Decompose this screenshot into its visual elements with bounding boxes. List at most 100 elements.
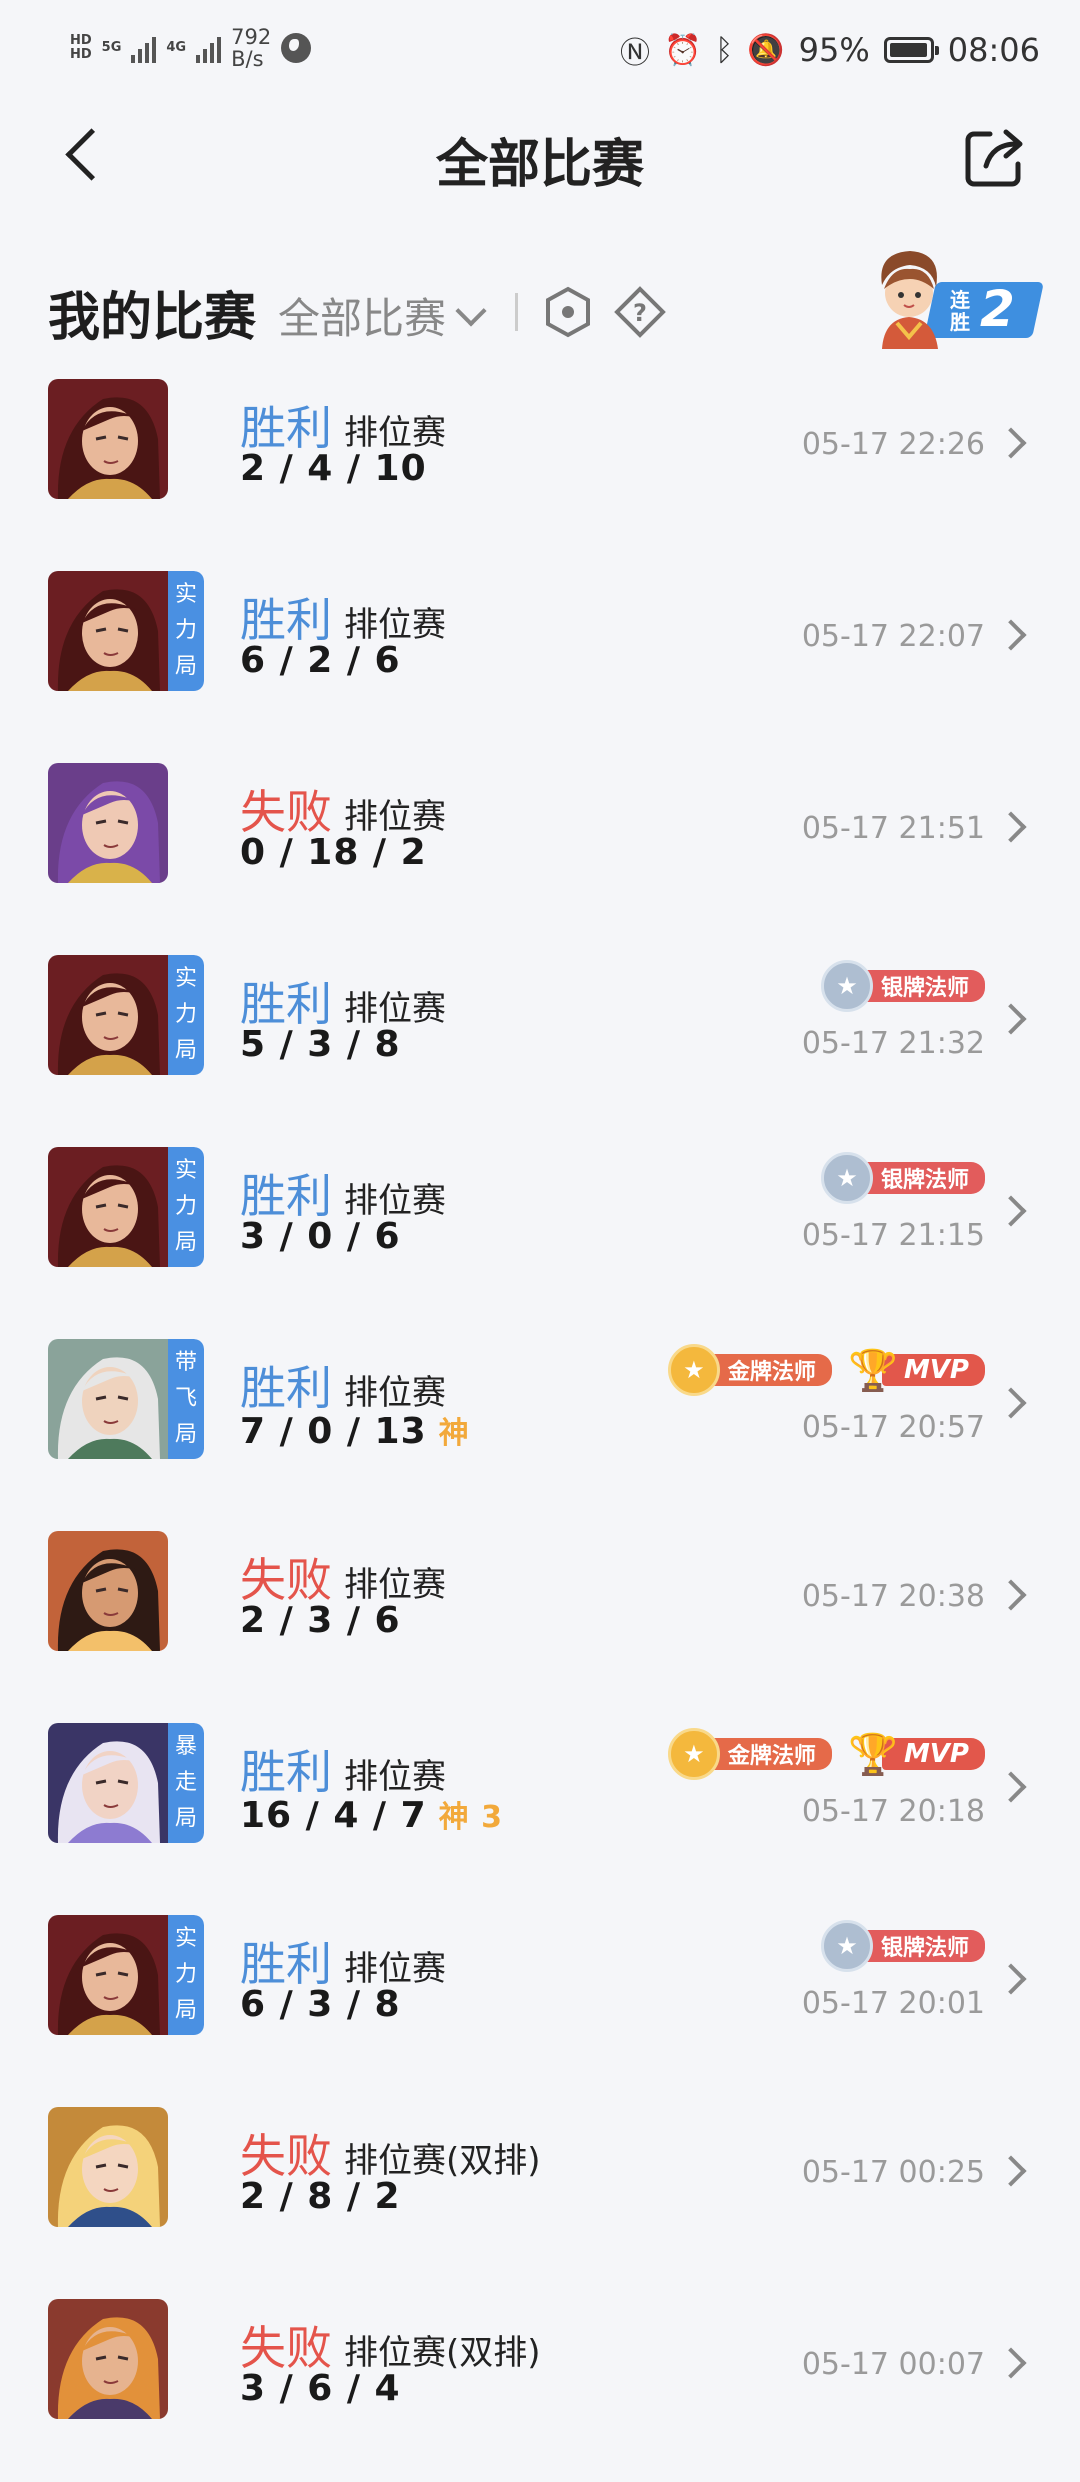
hero-avatar: 实力局 [48,1147,204,1267]
match-row[interactable]: 失败 排位赛(双排) 3 / 6 / 4 05-17 00:07 [0,2290,1080,2482]
badge-label: 银牌法师 [858,1930,985,1962]
silver-badge: ★ 银牌法师 [820,1152,985,1204]
kda-line: 5 / 3 / 8 [240,1024,401,1065]
kda: 6 / 2 / 6 [240,640,401,681]
match-mode: 排位赛 [344,1565,446,1605]
match-tag-char: 走 [174,1770,197,1795]
nfc-icon: Ⓝ [619,36,650,71]
match-row[interactable]: 实力局胜利 排位赛 6 / 3 / 8 ★ 银牌法师 05-17 20:01 [0,1906,1080,2098]
match-tag: 实力局 [168,571,204,691]
gold-badge: ★ 金牌法师 [667,1728,832,1780]
match-time: 05-17 21:51 [801,811,985,846]
match-time: 05-17 00:07 [801,2347,985,2382]
kda: 3 / 0 / 6 [240,1216,401,1257]
kda-line: 2 / 8 / 2 [240,2176,401,2217]
net-speed-unit: B/s [231,47,264,71]
mvp-badge: 🏆 MVP [848,1347,985,1394]
sim-labels: HD HD [70,34,92,62]
match-mode: 排位赛 [344,1757,446,1797]
medal-icon: ★ [820,960,873,1012]
kda: 2 / 8 / 2 [240,2176,401,2217]
clock: 08:06 [947,31,1040,69]
match-row[interactable]: 带飞局胜利 排位赛 7 / 0 / 13 神 ★ 金牌法师 🏆 MVP 05-17 20:57 [0,1330,1080,1522]
streak-count: 2 [980,280,1015,338]
help-button[interactable]: ? [613,285,667,339]
mvp-badge: 🏆 MVP [848,1731,985,1778]
svg-text:?: ? [633,299,647,327]
globe-icon [281,33,312,63]
hexagon-icon [546,286,590,338]
match-row[interactable]: 失败 排位赛 0 / 18 / 2 05-17 21:51 [0,754,1080,946]
match-row[interactable]: 失败 排位赛 2 / 3 / 6 05-17 20:38 [0,1522,1080,1714]
chevron-right-icon [995,1963,1027,1995]
trophy-icon: 🏆 [848,1731,898,1778]
share-button[interactable] [960,122,1030,192]
match-mode: 排位赛 [344,797,446,837]
match-row[interactable]: 失败 排位赛(双排) 2 / 8 / 2 05-17 00:25 [0,2098,1080,2290]
match-row[interactable]: 实力局胜利 排位赛 5 / 3 / 8 ★ 银牌法师 05-17 21:32 [0,946,1080,1138]
chevron-right-icon [995,1195,1027,1227]
match-tag-char: 力 [174,1002,197,1027]
match-mode: 排位赛 [344,413,446,453]
hero-avatar [48,1531,168,1651]
match-time: 05-17 20:57 [801,1410,985,1445]
match-tag-char: 局 [174,654,197,679]
app-header: 全部比赛 [0,100,1080,210]
kda-line: 7 / 0 / 13 神 [240,1408,470,1452]
match-tag-char: 局 [174,1998,197,2023]
match-mode: 排位赛 [344,605,446,645]
hero-avatar: 暴走局 [48,1723,204,1843]
match-tag-char: 局 [174,1806,197,1831]
chevron-right-icon [995,1579,1027,1611]
match-mode: 排位赛(双排) [344,2141,541,2181]
hero-avatar: 实力局 [48,1915,204,2035]
sim2-label: HD [70,47,92,62]
match-row[interactable]: 胜利 排位赛 2 / 4 / 10 05-17 22:26 [0,370,1080,562]
match-row[interactable]: 实力局胜利 排位赛 3 / 0 / 6 ★ 银牌法师 05-17 21:15 [0,1138,1080,1330]
signal1-icon [131,33,157,63]
chevron-right-icon [995,2347,1027,2379]
match-mode: 排位赛 [344,1949,446,1989]
chevron-right-icon [995,619,1027,651]
match-scope-dropdown[interactable]: 全部比赛 [278,285,487,346]
match-scope-label: 全部比赛 [278,294,447,343]
match-tag: 实力局 [168,1915,204,2035]
match-time: 05-17 21:32 [801,1026,985,1061]
trophy-icon: 🏆 [848,1347,898,1394]
match-tag-char: 实 [174,582,197,607]
section-title: 我的比赛 [48,288,257,348]
match-time: 05-17 20:18 [801,1794,985,1829]
kda: 7 / 0 / 13 [240,1411,427,1452]
win-streak-badge: 连胜 2 [862,245,1044,350]
match-mode: 排位赛 [344,1373,446,1413]
hexagon-settings-button[interactable] [543,285,593,339]
match-tag: 实力局 [168,955,204,1075]
chevron-right-icon [995,811,1027,843]
bluetooth-icon: ᛒ [715,32,734,68]
battery-percent: 95% [798,31,870,69]
kda-line: 3 / 0 / 6 [240,1216,401,1257]
match-tag-char: 飞 [174,1386,197,1411]
net-speed: 792 B/s [231,26,271,70]
alarm-icon: ⏰ [663,32,702,68]
match-row[interactable]: 暴走局胜利 排位赛 16 / 4 / 7神 3 ★ 金牌法师 🏆 MVP 05-17 20:1… [0,1714,1080,1906]
streak-label: 连胜 [950,288,970,334]
match-tag-char: 力 [174,1194,197,1219]
status-bar: HD HD 5G 4G 792 B/s Ⓝ ⏰ ᛒ 🔕 95% 08:06 [0,0,1080,100]
share-icon [965,129,1023,187]
medal-icon: ★ [667,1728,720,1780]
kda: 3 / 6 / 4 [240,2368,401,2409]
match-mode: 排位赛 [344,989,446,1029]
badge-label: 金牌法师 [705,1354,832,1386]
chevron-right-icon [995,427,1027,459]
network2-label: 4G [166,40,187,55]
kda: 0 / 18 / 2 [240,832,427,873]
match-tag-char: 实 [174,1158,197,1183]
match-row[interactable]: 实力局胜利 排位赛 6 / 2 / 6 05-17 22:07 [0,562,1080,754]
status-right: Ⓝ ⏰ ᛒ 🔕 95% 08:06 [620,28,1040,72]
kda-line: 3 / 6 / 4 [240,2368,401,2409]
match-time: 05-17 22:26 [801,427,985,462]
chevron-down-icon [455,294,487,327]
battery-icon [883,37,939,63]
filter-bar: 我的比赛 全部比赛 ? 连胜 2 [0,245,1080,365]
